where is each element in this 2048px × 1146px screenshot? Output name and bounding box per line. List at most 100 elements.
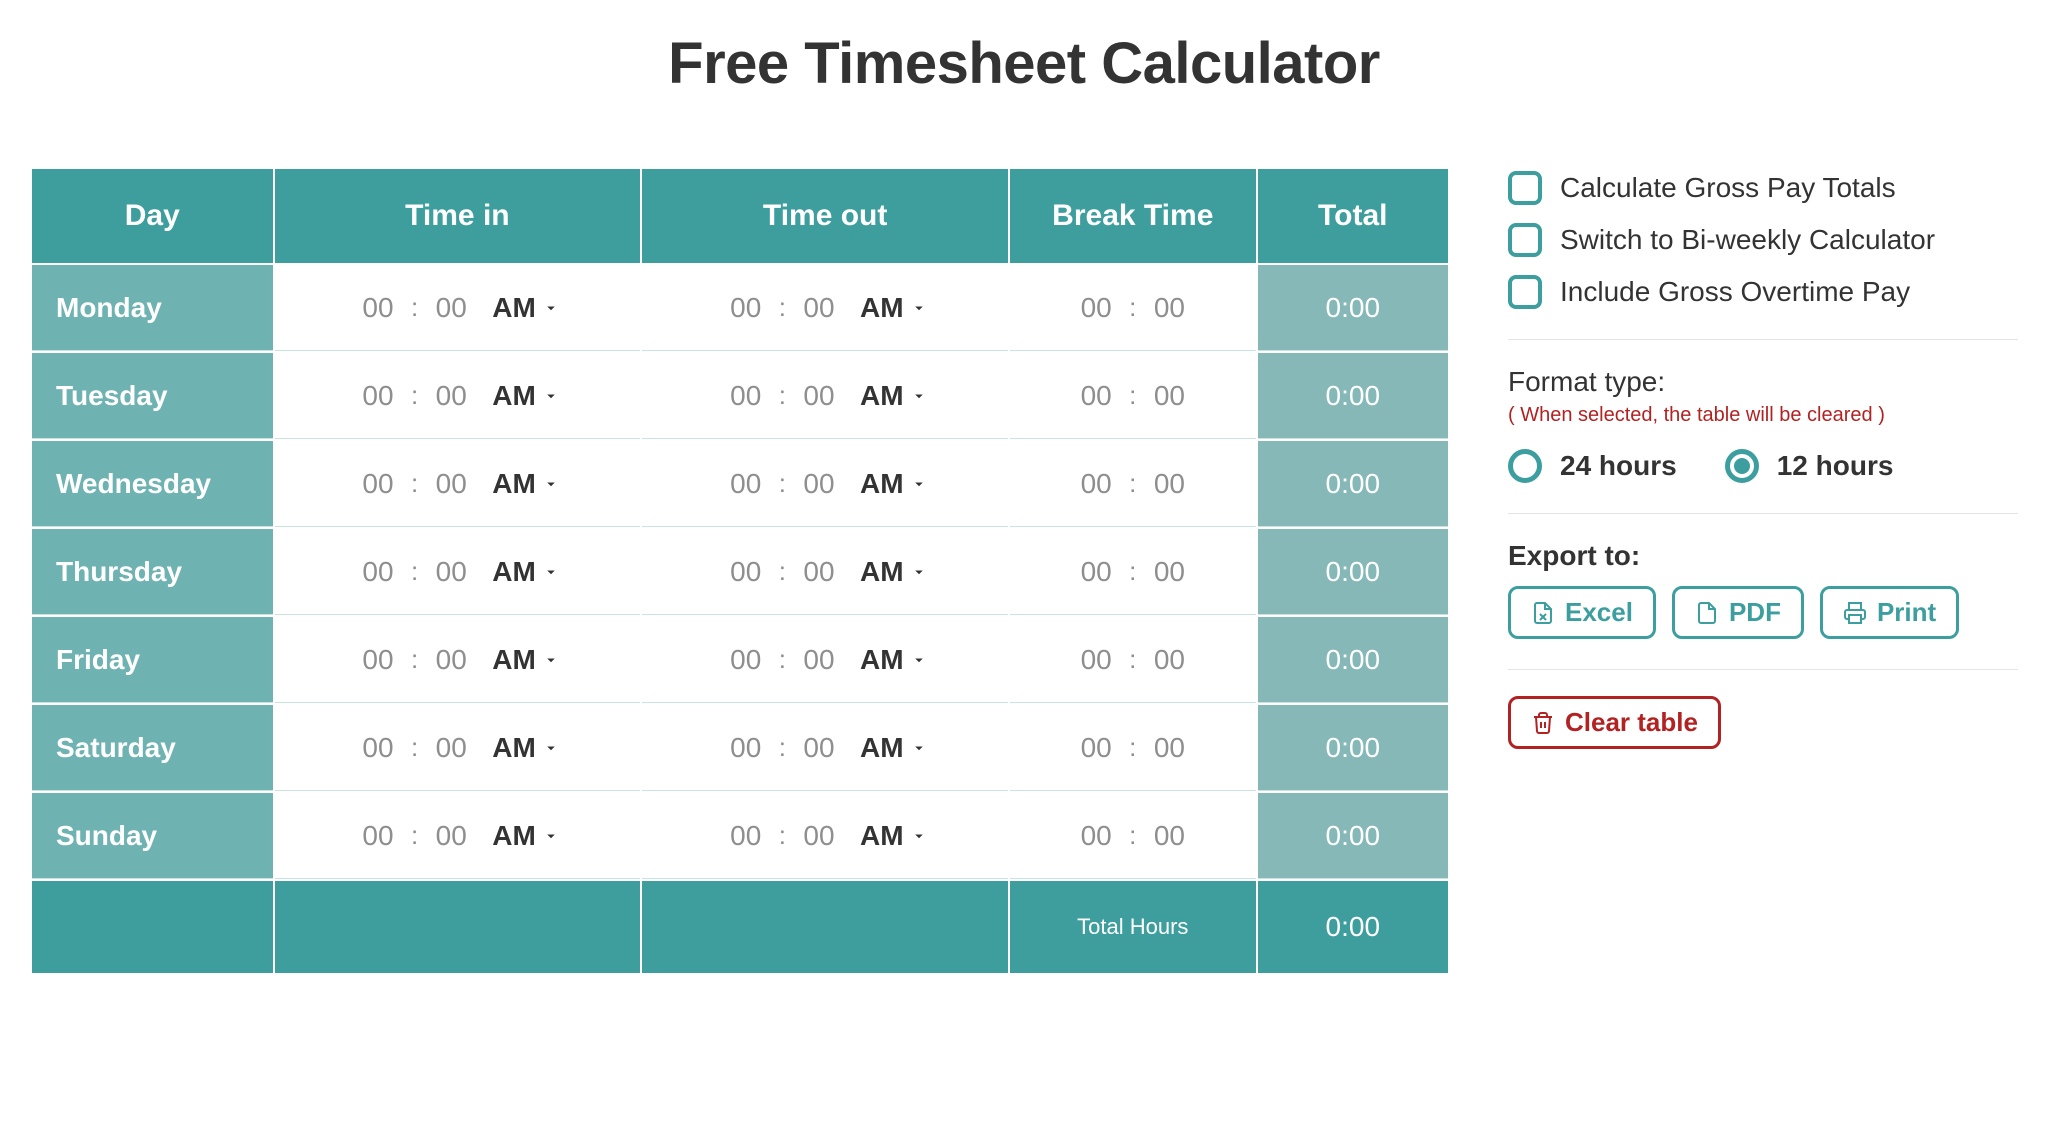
break-minutes-input[interactable] xyxy=(1146,643,1192,677)
clear-table-button[interactable]: Clear table xyxy=(1508,696,1721,749)
time-out-hours-input[interactable] xyxy=(723,643,769,677)
footer-blank xyxy=(32,881,273,973)
time-out-minutes-input[interactable] xyxy=(796,555,842,589)
checkbox-icon xyxy=(1508,223,1542,257)
chevron-down-icon xyxy=(910,387,928,405)
break-hours-input[interactable] xyxy=(1073,291,1119,325)
chevron-down-icon xyxy=(910,475,928,493)
time-out-hours-input[interactable] xyxy=(723,379,769,413)
time-colon: : xyxy=(411,556,418,587)
break-hours-input[interactable] xyxy=(1073,819,1119,853)
option-overtime[interactable]: Include Gross Overtime Pay xyxy=(1508,275,2018,309)
time-out-ampm-select[interactable]: AM xyxy=(860,644,928,676)
ampm-label: AM xyxy=(492,644,536,676)
format-12h[interactable]: 12 hours xyxy=(1725,449,1894,483)
time-out-cell: :AM xyxy=(642,529,1008,615)
row-total-cell: 0:00 xyxy=(1258,793,1448,879)
time-colon: : xyxy=(411,732,418,763)
col-time-out: Time out xyxy=(642,169,1008,263)
time-out-hours-input[interactable] xyxy=(723,467,769,501)
time-colon: : xyxy=(779,468,786,499)
time-out-hours-input[interactable] xyxy=(723,731,769,765)
time-out-ampm-select[interactable]: AM xyxy=(860,732,928,764)
time-in-hours-input[interactable] xyxy=(355,643,401,677)
chevron-down-icon xyxy=(910,651,928,669)
break-minutes-input[interactable] xyxy=(1146,555,1192,589)
time-in-ampm-select[interactable]: AM xyxy=(492,380,560,412)
break-minutes-input[interactable] xyxy=(1146,379,1192,413)
time-out-ampm-select[interactable]: AM xyxy=(860,468,928,500)
break-minutes-input[interactable] xyxy=(1146,467,1192,501)
time-in-ampm-select[interactable]: AM xyxy=(492,644,560,676)
time-out-ampm-select[interactable]: AM xyxy=(860,556,928,588)
break-minutes-input[interactable] xyxy=(1146,731,1192,765)
time-out-ampm-select[interactable]: AM xyxy=(860,380,928,412)
time-colon: : xyxy=(411,292,418,323)
time-in-cell: : AM xyxy=(275,265,641,351)
time-in-ampm-select[interactable]: AM xyxy=(492,468,560,500)
checkbox-icon xyxy=(1508,171,1542,205)
time-out-minutes-input[interactable] xyxy=(796,643,842,677)
break-hours-input[interactable] xyxy=(1073,731,1119,765)
total-hours-label: Total Hours xyxy=(1010,881,1256,973)
export-print-button[interactable]: Print xyxy=(1820,586,1959,639)
time-out-minutes-input[interactable] xyxy=(796,291,842,325)
time-out-minutes-input[interactable] xyxy=(796,467,842,501)
chevron-down-icon xyxy=(910,827,928,845)
button-label: Print xyxy=(1877,597,1936,628)
option-biweekly[interactable]: Switch to Bi-weekly Calculator xyxy=(1508,223,2018,257)
time-out-hours-input[interactable] xyxy=(723,819,769,853)
time-in-ampm-select[interactable]: AM xyxy=(492,556,560,588)
ampm-label: AM xyxy=(492,732,536,764)
time-colon: : xyxy=(1129,556,1136,587)
time-out-minutes-input[interactable] xyxy=(796,731,842,765)
time-in-ampm-select[interactable]: AM xyxy=(492,732,560,764)
time-out-hours-input[interactable] xyxy=(723,555,769,589)
row-total-cell: 0:00 xyxy=(1258,705,1448,791)
time-in-minutes-input[interactable] xyxy=(428,467,474,501)
time-in-minutes-input[interactable] xyxy=(428,555,474,589)
break-hours-input[interactable] xyxy=(1073,555,1119,589)
ampm-label: AM xyxy=(492,820,536,852)
break-minutes-input[interactable] xyxy=(1146,291,1192,325)
day-cell: Thursday xyxy=(32,529,273,615)
format-24h[interactable]: 24 hours xyxy=(1508,449,1677,483)
time-in-minutes-input[interactable] xyxy=(428,731,474,765)
time-out-hours-input[interactable] xyxy=(723,291,769,325)
time-out-ampm-select[interactable]: AM xyxy=(860,292,928,324)
time-in-minutes-input[interactable] xyxy=(428,819,474,853)
time-in-minutes-input[interactable] xyxy=(428,379,474,413)
time-in-ampm-select[interactable]: AM xyxy=(492,820,560,852)
time-in-hours-input[interactable] xyxy=(355,379,401,413)
time-in-cell: : AM xyxy=(275,705,641,791)
time-colon: : xyxy=(779,644,786,675)
footer-blank xyxy=(642,881,1008,973)
break-hours-input[interactable] xyxy=(1073,643,1119,677)
time-out-minutes-input[interactable] xyxy=(796,379,842,413)
break-minutes-input[interactable] xyxy=(1146,819,1192,853)
time-out-minutes-input[interactable] xyxy=(796,819,842,853)
break-hours-input[interactable] xyxy=(1073,467,1119,501)
time-in-hours-input[interactable] xyxy=(355,555,401,589)
page-title: Free Timesheet Calculator xyxy=(30,30,2018,97)
export-excel-button[interactable]: Excel xyxy=(1508,586,1656,639)
time-in-minutes-input[interactable] xyxy=(428,291,474,325)
break-hours-input[interactable] xyxy=(1073,379,1119,413)
ampm-label: AM xyxy=(492,292,536,324)
time-in-hours-input[interactable] xyxy=(355,291,401,325)
option-gross-pay[interactable]: Calculate Gross Pay Totals xyxy=(1508,171,2018,205)
time-in-hours-input[interactable] xyxy=(355,731,401,765)
time-in-minutes-input[interactable] xyxy=(428,643,474,677)
ampm-label: AM xyxy=(860,732,904,764)
format-note: ( When selected, the table will be clear… xyxy=(1508,404,2018,427)
time-colon: : xyxy=(779,292,786,323)
time-in-hours-input[interactable] xyxy=(355,467,401,501)
checkbox-icon xyxy=(1508,275,1542,309)
time-out-ampm-select[interactable]: AM xyxy=(860,820,928,852)
time-in-ampm-select[interactable]: AM xyxy=(492,292,560,324)
file-excel-icon xyxy=(1531,601,1555,625)
chevron-down-icon xyxy=(910,739,928,757)
export-pdf-button[interactable]: PDF xyxy=(1672,586,1804,639)
time-in-hours-input[interactable] xyxy=(355,819,401,853)
day-cell: Sunday xyxy=(32,793,273,879)
